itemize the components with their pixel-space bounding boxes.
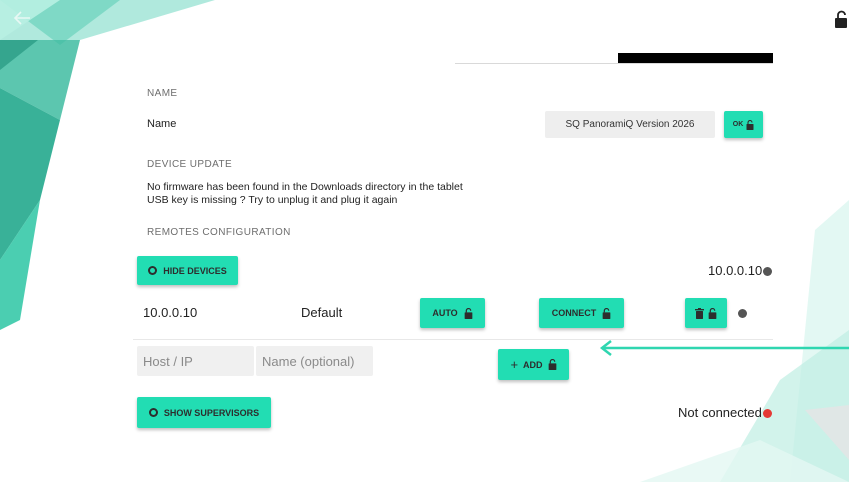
add-label: ADD [523, 359, 543, 370]
connect-label: CONNECT [551, 308, 597, 318]
add-button[interactable]: + ADD [498, 349, 569, 380]
device-name-redacted [618, 53, 773, 63]
auto-button[interactable]: AUTO [420, 298, 485, 328]
lock-icon [708, 307, 717, 319]
lock-icon [548, 359, 556, 370]
lock-icon[interactable] [834, 10, 849, 30]
delete-device-button[interactable] [685, 298, 727, 328]
name-input-placeholder: Name (optional) [262, 353, 355, 369]
ok-label: OK [732, 121, 744, 128]
back-arrow-icon[interactable] [10, 6, 34, 30]
hide-devices-button[interactable]: HIDE DEVICES [137, 256, 238, 285]
plus-icon: + [510, 357, 519, 372]
name-input[interactable]: Name (optional) [256, 346, 373, 376]
status-dot-icon [738, 309, 747, 318]
host-status: 10.0.0.10 [708, 263, 773, 278]
hide-devices-label: HIDE DEVICES [163, 265, 227, 276]
host-input-placeholder: Host / IP [143, 353, 193, 369]
lock-icon [602, 307, 611, 319]
status-dot-icon [762, 409, 772, 419]
info-circle-icon [148, 266, 158, 275]
device-name: Default [301, 305, 343, 320]
host-status-text: 10.0.0.10 [708, 263, 763, 278]
usb-message: USB key is missing ? Try to unplug it an… [147, 194, 398, 206]
settings-screen: NAME Name SQ PanoramiQ Version 2026 OK D… [0, 0, 849, 482]
annotation-arrow-icon [599, 340, 849, 356]
show-supervisors-label: SHOW SUPERVISORS [163, 407, 260, 418]
trash-icon [695, 307, 704, 319]
device-name-field[interactable]: SQ PanoramiQ Version 2026 [545, 111, 715, 138]
show-supervisors-button[interactable]: SHOW SUPERVISORS [137, 397, 271, 428]
firmware-message: No firmware has been found in the Downlo… [147, 181, 463, 193]
lock-icon [464, 307, 473, 319]
device-ip: 10.0.0.10 [143, 305, 198, 320]
name-ok-button[interactable]: OK [724, 111, 763, 138]
device-name-underline [455, 63, 773, 64]
status-dot-icon [763, 267, 773, 277]
connect-button[interactable]: CONNECT [539, 298, 624, 328]
section-name-title: NAME [147, 88, 178, 99]
device-name-value: SQ PanoramiQ Version 2026 [565, 119, 695, 130]
supervisor-status-text: Not connected [678, 405, 762, 420]
name-label: Name [147, 118, 177, 130]
host-input[interactable]: Host / IP [137, 346, 254, 376]
lock-icon [746, 119, 754, 130]
section-device-update-title: DEVICE UPDATE [147, 159, 233, 170]
info-circle-icon [148, 408, 158, 417]
supervisor-status: Not connected [678, 405, 772, 420]
section-remotes-title: REMOTES CONFIGURATION [147, 227, 291, 238]
auto-label: AUTO [432, 308, 458, 318]
